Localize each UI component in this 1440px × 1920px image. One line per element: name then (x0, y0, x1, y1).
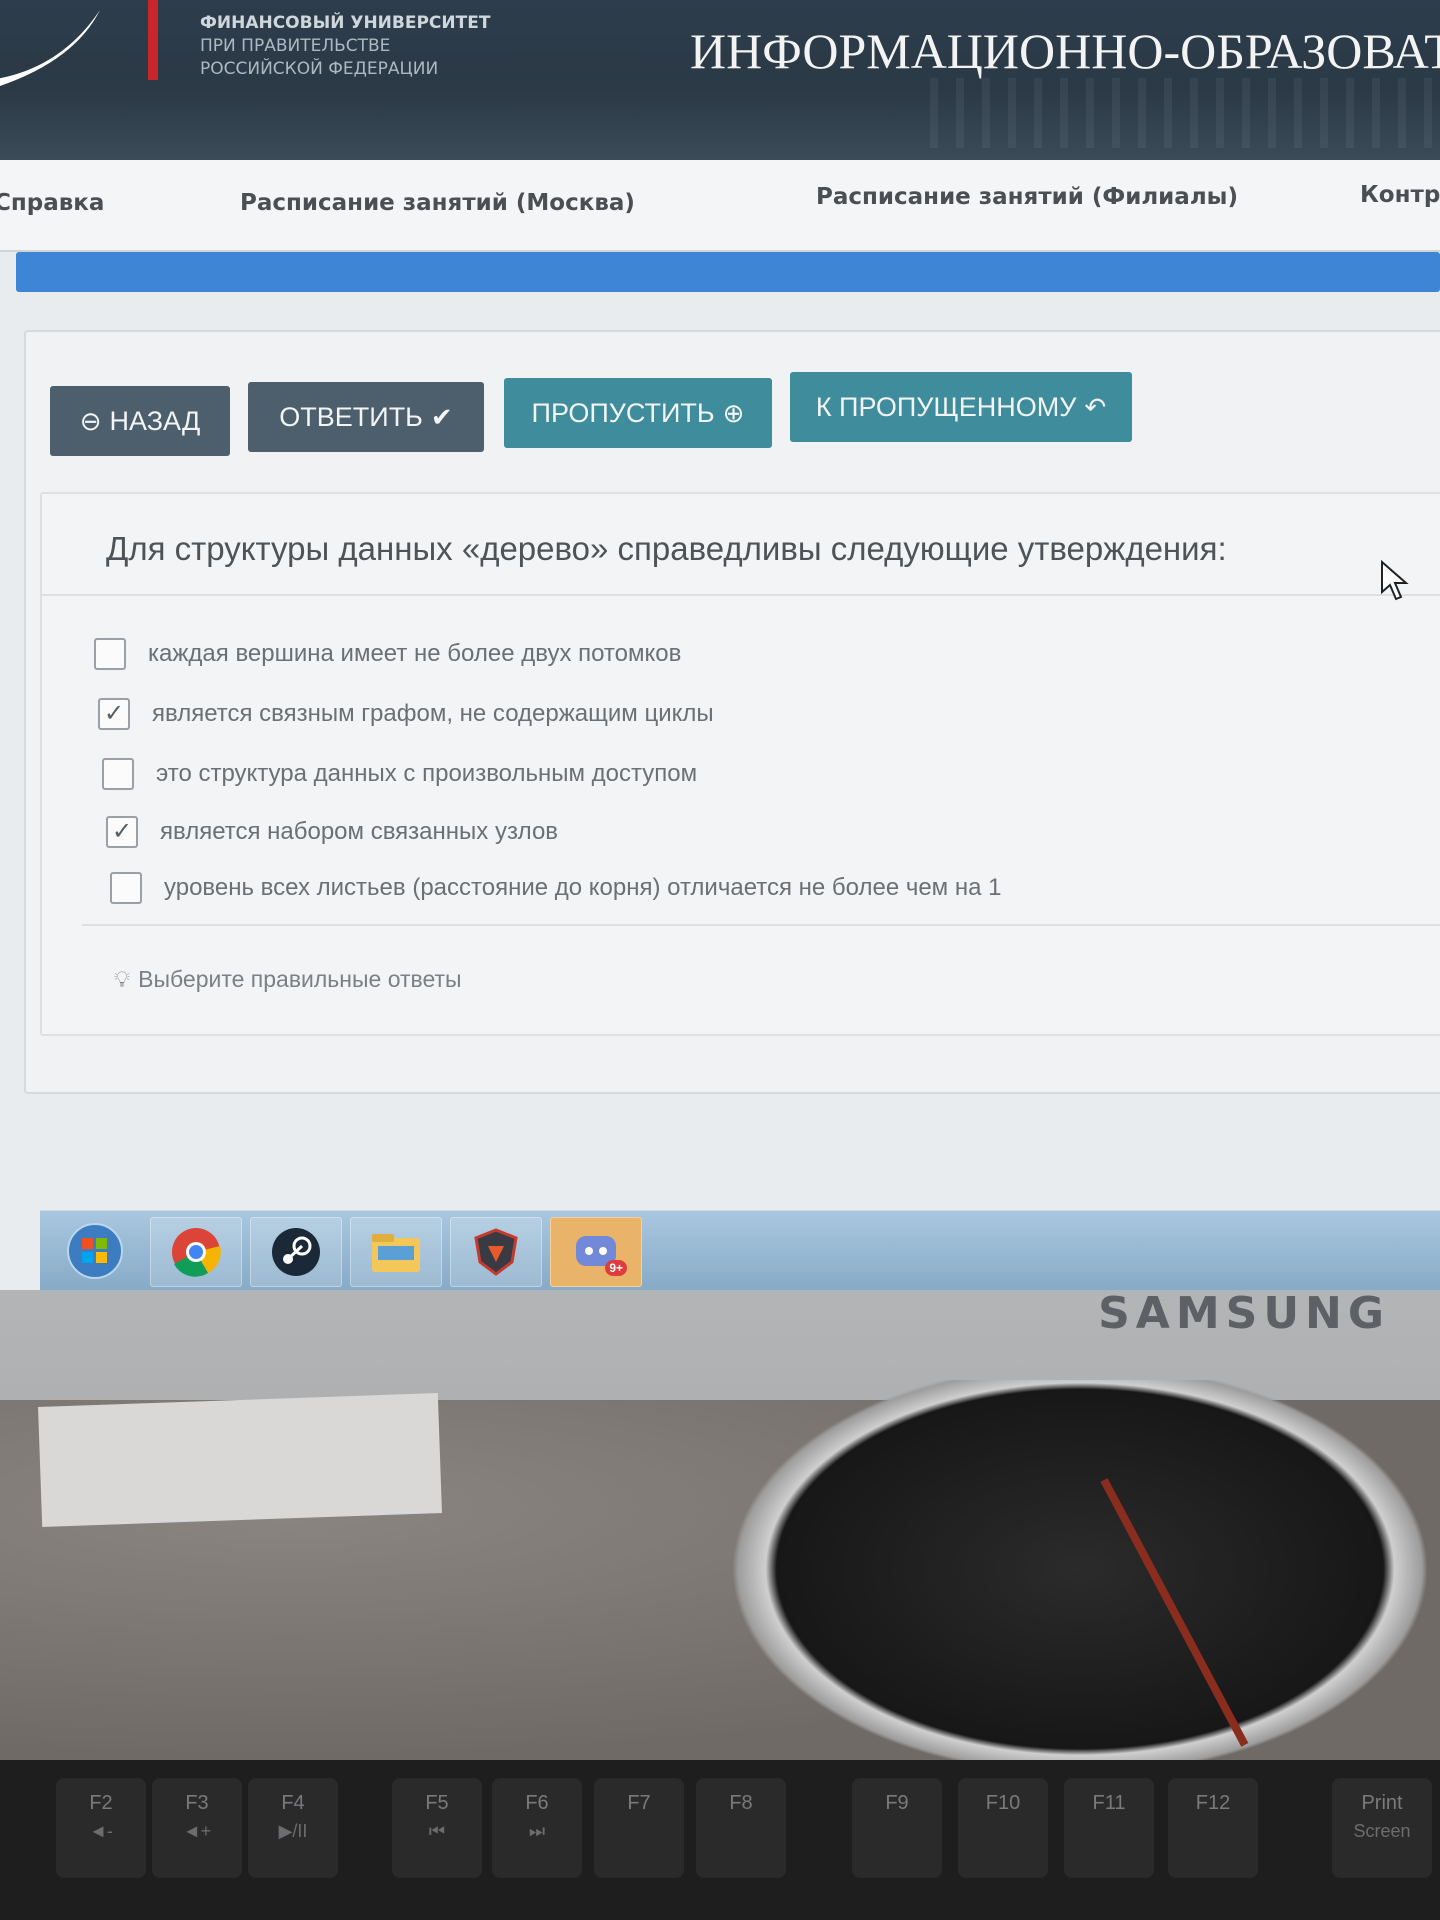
answer-option[interactable]: каждая вершина имеет не более двух потом… (94, 638, 681, 670)
key-f11[interactable]: F11 (1064, 1778, 1154, 1878)
question-header: Для структуры данных «дерево» справедлив… (42, 494, 1440, 596)
windows-taskbar: 9+ (40, 1210, 1440, 1290)
hint: 💡︎ Выберите правильные ответы (114, 966, 462, 993)
chrome-logo-icon (172, 1228, 221, 1277)
answer-option[interactable]: ✓ является набором связанных узлов (106, 816, 558, 848)
hint-text: Выберите правильные ответы (138, 966, 462, 992)
key-f12[interactable]: F12 (1168, 1778, 1258, 1878)
monitor: 1919 ФИНАНСОВЫЙ УНИВЕРСИТЕТ ПРИ ПРАВИТЕЛ… (0, 0, 1440, 1400)
answer-checkbox[interactable]: ✓ (98, 698, 130, 730)
screen: 1919 ФИНАНСОВЫЙ УНИВЕРСИТЕТ ПРИ ПРАВИТЕЛ… (0, 0, 1440, 1290)
key-f7[interactable]: F7 (594, 1778, 684, 1878)
checkmark-icon: ✔ (430, 402, 453, 432)
portal-title: ИНФОРМАЦИОННО-ОБРАЗОВАТ (690, 23, 1440, 79)
steam-icon[interactable] (250, 1217, 342, 1287)
notification-badge: 9+ (605, 1260, 627, 1276)
university-name-line1: ФИНАНСОВЫЙ УНИВЕРСИТЕТ (200, 13, 491, 33)
answer-option-label: является связным графом, не содержащим ц… (152, 700, 714, 727)
logo-red-bar (148, 0, 158, 80)
answer-option-label: это структура данных с произвольным дост… (156, 760, 698, 787)
chrome-icon[interactable] (150, 1217, 242, 1287)
lightbulb-icon: 💡︎ (114, 966, 131, 992)
keyboard: F2 ◄- F3 ◄+ F4 ▶/II F5 ⏮ F6 ⏭ F7 F8 F9 F10 F1… (0, 1760, 1440, 1920)
check-mark: ✓ (111, 818, 133, 845)
reply-arrow-icon: ↶ (1084, 392, 1107, 422)
answer-option-label: уровень всех листьев (расстояние до корн… (164, 874, 1002, 901)
answer-checkbox[interactable]: ✓ (106, 816, 138, 848)
arrow-left-circle-icon: ⊖ (79, 406, 102, 436)
university-name: ФИНАНСОВЫЙ УНИВЕРСИТЕТ ПРИ ПРАВИТЕЛЬСТВЕ… (200, 12, 490, 81)
skip-button[interactable]: ПРОПУСТИТЬ ⊕ (504, 378, 772, 448)
shield-app-icon[interactable] (450, 1217, 542, 1287)
answer-option-label: является набором связанных узлов (160, 818, 559, 845)
progress-strip (16, 252, 1440, 292)
start-orb-icon[interactable] (50, 1217, 140, 1285)
key-f5[interactable]: F5 ⏮ (392, 1778, 482, 1878)
university-name-line2: ПРИ ПРАВИТЕЛЬСТВЕ (200, 36, 391, 56)
answer-option[interactable]: это структура данных с произвольным дост… (102, 758, 697, 790)
check-mark: ✓ (103, 700, 125, 727)
to-skipped-button[interactable]: К ПРОПУЩЕННОМУ ↶ (790, 372, 1132, 442)
question-card: Для структуры данных «дерево» справедлив… (40, 492, 1440, 1036)
skip-button-label: ПРОПУСТИТЬ (531, 397, 715, 428)
site-header: 1919 ФИНАНСОВЫЙ УНИВЕРСИТЕТ ПРИ ПРАВИТЕЛ… (0, 0, 1440, 160)
nav-item-help[interactable]: Справка (0, 190, 104, 216)
main-nav: Справка Расписание занятий (Москва) Расп… (0, 160, 1440, 252)
answer-checkbox[interactable] (110, 872, 142, 904)
discord-icon[interactable]: 9+ (550, 1217, 642, 1287)
university-name-line3: РОССИЙСКОЙ ФЕДЕРАЦИИ (200, 59, 439, 79)
to-skipped-button-label: К ПРОПУЩЕННОМУ (815, 391, 1077, 422)
answer-button[interactable]: ОТВЕТИТЬ ✔ (248, 382, 484, 452)
nav-item-schedule-branches[interactable]: Расписание занятий (Филиалы) (816, 184, 1238, 210)
question-text: Для структуры данных «дерево» справедлив… (106, 530, 1227, 567)
answer-option-label: каждая вершина имеет не более двух потом… (148, 640, 682, 667)
folder-icon (372, 1234, 420, 1272)
back-button[interactable]: ⊖ НАЗАД (50, 386, 230, 456)
key-f8[interactable]: F8 (696, 1778, 786, 1878)
mouse-cursor-icon (1381, 560, 1409, 601)
answer-option[interactable]: уровень всех листьев (расстояние до корн… (110, 872, 1001, 904)
answer-checkbox[interactable] (94, 638, 126, 670)
monitor-brand: SAMSUNG (1098, 1288, 1390, 1339)
key-f10[interactable]: F10 (958, 1778, 1048, 1878)
nav-item-control[interactable]: Контро (1360, 182, 1440, 208)
paper-sheet (38, 1393, 442, 1527)
arrow-right-circle-icon: ⊕ (722, 398, 745, 428)
back-button-label: НАЗАД (109, 405, 201, 436)
monitor-stand (690, 1380, 1440, 1800)
file-explorer-icon[interactable] (350, 1217, 442, 1287)
nav-item-schedule-moscow[interactable]: Расписание занятий (Москва) (240, 190, 635, 216)
header-decoration (930, 78, 1440, 148)
windows-logo-icon (67, 1223, 123, 1279)
key-f2[interactable]: F2 ◄- (56, 1778, 146, 1878)
hint-divider (82, 924, 1440, 926)
answer-option[interactable]: ✓ является связным графом, не содержащим… (98, 698, 714, 730)
university-logo-icon: 1919 (0, 10, 100, 86)
svg-text:1919: 1919 (32, 71, 52, 80)
key-f4[interactable]: F4 ▶/II (248, 1778, 338, 1878)
answer-button-label: ОТВЕТИТЬ (279, 401, 423, 432)
shield-icon (474, 1228, 518, 1276)
key-print-screen[interactable]: Print Screen (1332, 1778, 1432, 1878)
steam-logo-icon (272, 1228, 320, 1276)
key-f6[interactable]: F6 ⏭ (492, 1778, 582, 1878)
answer-checkbox[interactable] (102, 758, 134, 790)
key-f3[interactable]: F3 ◄+ (152, 1778, 242, 1878)
key-f9[interactable]: F9 (852, 1778, 942, 1878)
